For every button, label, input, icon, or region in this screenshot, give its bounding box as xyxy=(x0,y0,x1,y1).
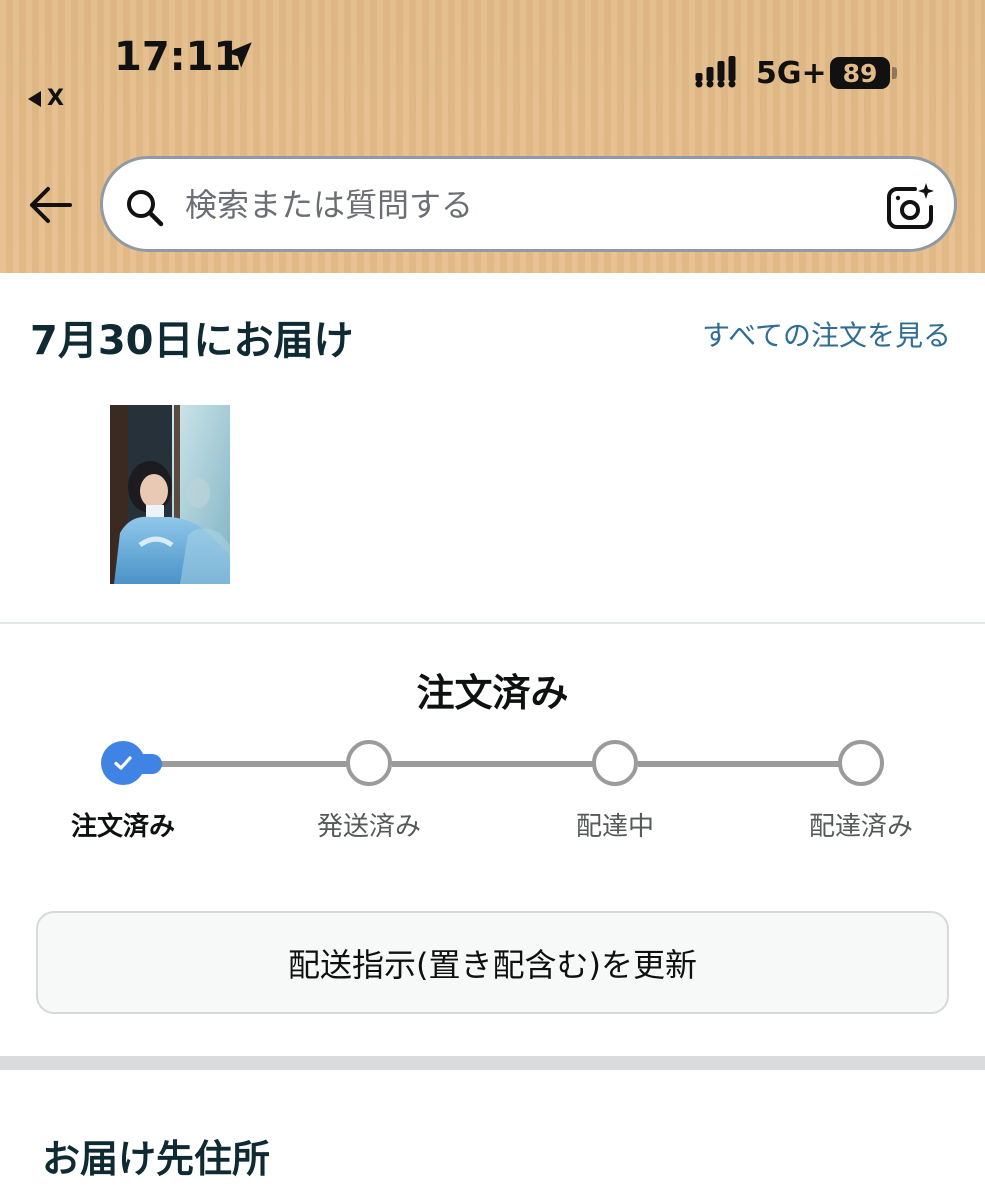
track-segment xyxy=(150,761,350,767)
product-image[interactable] xyxy=(110,405,230,584)
search-icon xyxy=(127,190,164,227)
location-arrow-icon xyxy=(226,42,252,68)
back-app-label: X xyxy=(47,86,64,111)
order-status-heading: 注文済み xyxy=(416,671,569,715)
camera-sparkle-icon[interactable] xyxy=(885,181,937,231)
step-label-shipped: 発送済み xyxy=(316,812,421,842)
track-segment xyxy=(392,761,596,767)
step-label-ordered: 注文済み xyxy=(70,812,175,842)
search-bar[interactable] xyxy=(100,156,957,252)
step-shipped-indicator xyxy=(346,740,392,786)
battery-indicator: 89 xyxy=(830,57,898,89)
search-input[interactable] xyxy=(185,181,845,229)
step-delivered-indicator xyxy=(838,740,884,786)
track-segment xyxy=(638,761,842,767)
step-ordered-indicator xyxy=(101,741,145,785)
step-in-transit-indicator xyxy=(592,740,638,786)
product-photo xyxy=(110,405,230,584)
check-icon xyxy=(114,756,132,770)
delivery-date-title: 7月30日にお届け xyxy=(30,318,354,364)
battery-nub xyxy=(892,67,897,79)
battery-level: 89 xyxy=(830,57,890,89)
back-triangle-icon xyxy=(28,90,41,107)
view-all-orders-link[interactable]: すべての注文を見る xyxy=(702,314,951,354)
arrow-left-icon[interactable] xyxy=(26,183,74,227)
app-header: 17:11 X 5G+ 89 xyxy=(0,0,985,273)
section-divider-thick xyxy=(0,1056,985,1070)
back-to-app-button[interactable]: X xyxy=(28,86,64,111)
network-type: 5G+ xyxy=(756,56,827,91)
shipping-address-title: お届け先住所 xyxy=(42,1137,271,1181)
step-label-delivered: 配達済み xyxy=(808,812,913,842)
update-delivery-instructions-button[interactable]: 配送指示(置き配含む)を更新 xyxy=(36,911,949,1014)
signal-icon xyxy=(695,56,736,88)
step-label-in-transit: 配達中 xyxy=(575,812,654,842)
section-divider xyxy=(0,622,985,624)
progress-tracker xyxy=(0,736,985,796)
